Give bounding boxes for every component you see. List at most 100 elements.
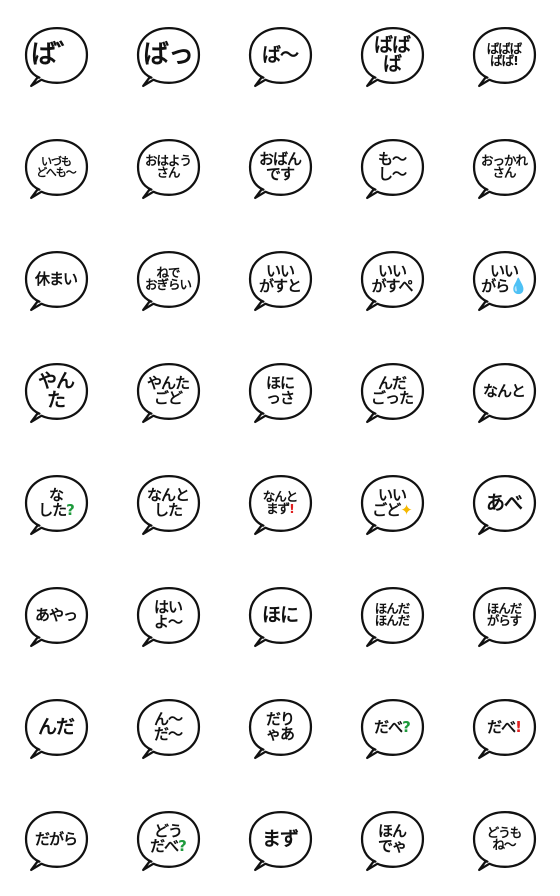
sticker-bubble[interactable]: まず [248, 810, 313, 872]
exclaim-icon: ! [515, 717, 522, 736]
sticker-text-line: がすと [258, 277, 302, 295]
sticker-cell: 休まい [0, 224, 112, 336]
sticker-text: だり ゃあ [251, 700, 309, 754]
sticker-text: ほに [251, 588, 309, 642]
sticker-bubble[interactable]: ほに っさ [248, 362, 313, 424]
sticker-bubble[interactable]: だがら [24, 810, 89, 872]
sticker-cell: いい がすぺ [336, 224, 448, 336]
sticker-bubble[interactable]: いい がすぺ [360, 250, 425, 312]
sticker-text: ねで おぎらい [139, 252, 197, 306]
sticker-text-line: ごった [370, 389, 414, 407]
sticker-text: ほん でゃ [363, 812, 421, 866]
sticker-cell: ほん でゃ [336, 784, 448, 896]
sticker-cell: ばっ [112, 0, 224, 112]
sticker-text-line: がら💧 [481, 277, 528, 295]
sticker-bubble[interactable]: あやっ [24, 586, 89, 648]
sticker-bubble[interactable]: なんと [472, 362, 537, 424]
sticker-cell: ば゛ [0, 0, 112, 112]
sticker-text-line: し〜 [377, 165, 407, 183]
sticker-bubble[interactable]: なんと した [136, 474, 201, 536]
sticker-text: あやっ [27, 588, 85, 642]
sticker-cell: ん〜 だ〜 [112, 672, 224, 784]
sticker-cell: どうも ね〜 [448, 784, 560, 896]
sticker-text: だがら [27, 812, 85, 866]
sticker-text-line: まず [261, 827, 299, 850]
sticker-cell: やんた ごど [112, 336, 224, 448]
sticker-bubble[interactable]: 休まい [24, 250, 89, 312]
sticker-text: いい がら💧 [475, 252, 533, 306]
sticker-bubble[interactable]: だべ? [360, 698, 425, 760]
sticker-bubble[interactable]: ば〜 [248, 26, 313, 88]
sticker-cell: いづも どへも〜 [0, 112, 112, 224]
sticker-bubble[interactable]: ほん でゃ [360, 810, 425, 872]
sticker-bubble[interactable]: ばっ [136, 26, 201, 88]
sticker-text-line: だべ? [374, 717, 411, 736]
sticker-text: なんと まず! [251, 476, 309, 530]
sticker-text: いい がすぺ [363, 252, 421, 306]
sticker-text: どうも ね〜 [475, 812, 533, 866]
sticker-bubble[interactable]: だり ゃあ [248, 698, 313, 760]
sticker-bubble[interactable]: なんと まず! [248, 474, 313, 536]
sticker-text-line: だべ! [487, 717, 522, 736]
sticker-text: なんと した [139, 476, 197, 530]
sticker-bubble[interactable]: やんた ごど [136, 362, 201, 424]
sticker-text: いい ごど✦ [363, 476, 421, 530]
sticker-bubble[interactable]: ばばば [360, 26, 425, 88]
sticker-bubble[interactable]: おはよう さん [136, 138, 201, 200]
sticker-cell: んだ ごった [336, 336, 448, 448]
sticker-text-line: なんと [482, 381, 526, 400]
sticker-bubble[interactable]: いい ごど✦ [360, 474, 425, 536]
sticker-text: ばっ [139, 28, 197, 82]
sticker-bubble[interactable]: ばばば ばば! [472, 26, 537, 88]
sticker-text: ば〜 [251, 28, 309, 82]
sticker-text-line: した? [38, 501, 75, 519]
sticker-text: ほんだ ほんだ [363, 588, 421, 642]
sticker-cell: だり ゃあ [224, 672, 336, 784]
sticker-bubble[interactable]: ほんだ ほんだ [360, 586, 425, 648]
sticker-bubble[interactable]: やんた [24, 362, 89, 424]
sticker-bubble[interactable]: んだ [24, 698, 89, 760]
sticker-cell: ば〜 [224, 0, 336, 112]
sticker-bubble[interactable]: ほんだ がらす [472, 586, 537, 648]
sticker-text: まず [251, 812, 309, 866]
sticker-bubble[interactable]: も〜 し〜 [360, 138, 425, 200]
sticker-cell: いい がら💧 [448, 224, 560, 336]
sticker-bubble[interactable]: ねで おぎらい [136, 250, 201, 312]
sticker-bubble[interactable]: いい がすと [248, 250, 313, 312]
sticker-cell: だがら [0, 784, 112, 896]
sticker-text: いづも どへも〜 [27, 140, 85, 194]
sticker-bubble[interactable]: おっかれ さん [472, 138, 537, 200]
sticker-bubble[interactable]: はい よ〜 [136, 586, 201, 648]
sticker-bubble[interactable]: なした? [24, 474, 89, 536]
sticker-cell: ほんだ ほんだ [336, 560, 448, 672]
sticker-text: おばん です [251, 140, 309, 194]
sticker-bubble[interactable]: おばん です [248, 138, 313, 200]
sticker-bubble[interactable]: いい がら💧 [472, 250, 537, 312]
sticker-text: ば゛ [27, 28, 85, 82]
sticker-cell: なんと まず! [224, 448, 336, 560]
sticker-cell: あやっ [0, 560, 112, 672]
sticker-cell: おばん です [224, 112, 336, 224]
sticker-bubble[interactable]: どうも ね〜 [472, 810, 537, 872]
sticker-text-line: だ〜 [153, 725, 183, 743]
sticker-text: いい がすと [251, 252, 309, 306]
sticker-bubble[interactable]: ほに [248, 586, 313, 648]
sticker-text-line: ごど✦ [372, 501, 413, 519]
sticker-bubble[interactable]: あべ [472, 474, 537, 536]
sticker-text-line: 休まい [34, 269, 78, 288]
sticker-cell: いい がすと [224, 224, 336, 336]
sticker-text: も〜 し〜 [363, 140, 421, 194]
sticker-grid: ば゛ ばっ ば〜 ばばばばばば ばば! いづも どへも〜 おはよう さん おばん です も〜 し〜 おっか… [0, 0, 560, 896]
sticker-text-line: ほに [261, 603, 299, 626]
sticker-bubble[interactable]: どう だべ? [136, 810, 201, 872]
sticker-cell: ねで おぎらい [112, 224, 224, 336]
sticker-cell: おっかれ さん [448, 112, 560, 224]
sticker-bubble[interactable]: ん〜 だ〜 [136, 698, 201, 760]
sticker-bubble[interactable]: ば゛ [24, 26, 89, 88]
sticker-bubble[interactable]: いづも どへも〜 [24, 138, 89, 200]
sticker-text: んだ [27, 700, 85, 754]
sticker-bubble[interactable]: だべ! [472, 698, 537, 760]
sticker-text-line: ね〜 [492, 837, 516, 852]
sticker-text: ばばば ばば! [475, 28, 533, 82]
sticker-bubble[interactable]: んだ ごった [360, 362, 425, 424]
